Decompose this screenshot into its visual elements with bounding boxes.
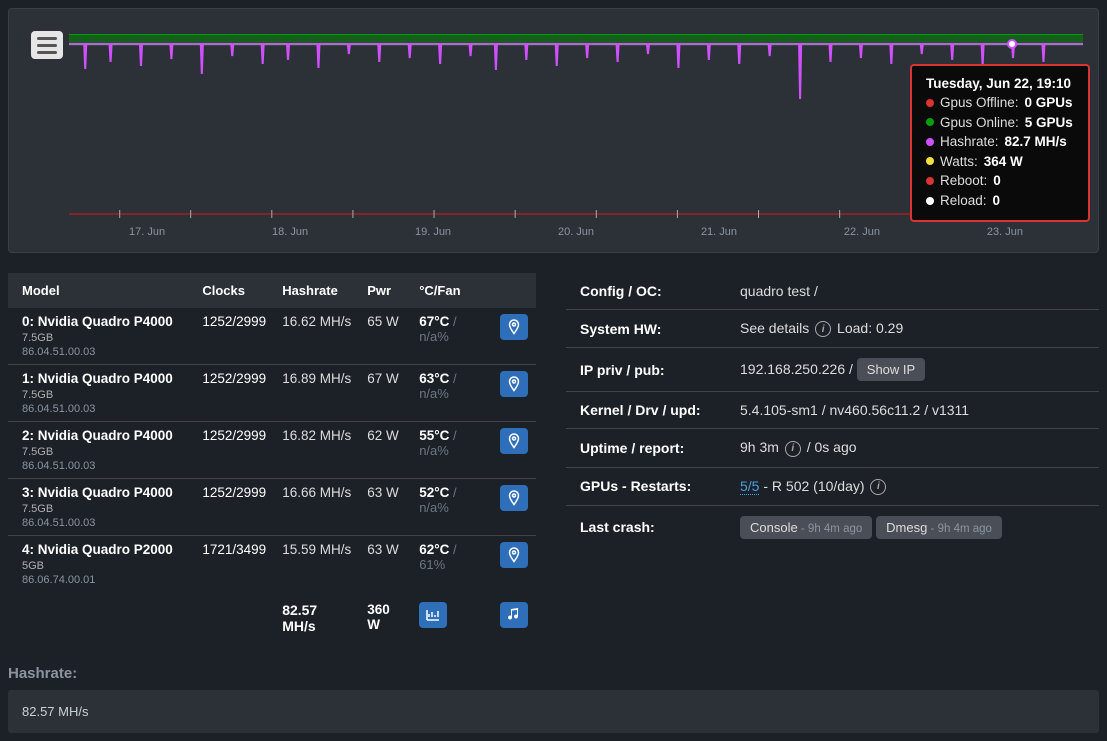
total-hashrate: 82.57 MH/s — [274, 592, 359, 640]
console-button[interactable]: Console - 9h 4m ago — [740, 516, 872, 539]
tooltip-row: Watts: 364 W — [926, 152, 1074, 172]
ip-value: 192.168.250.226 / Show IP — [726, 348, 1099, 392]
music-button[interactable] — [500, 602, 528, 628]
tooltip-row: Reboot: 0 — [926, 171, 1074, 191]
table-row: 2: Nvidia Quadro P4000 7.5GB 86.04.51.00… — [8, 422, 536, 479]
dmesg-button[interactable]: Dmesg - 9h 4m ago — [876, 516, 1002, 539]
last-crash-value: Console - 9h 4m ago Dmesg - 9h 4m ago — [726, 505, 1099, 549]
system-hw-value: See details i Load: 0.29 — [726, 310, 1099, 348]
system-info-panel: Config / OC: quadro test / System HW: Se… — [566, 273, 1099, 640]
tooltip-title: Tuesday, Jun 22, 19:10 — [926, 76, 1074, 91]
chart-panel: 17. Jun 18. Jun 19. Jun 20. Jun 21. Jun … — [8, 8, 1099, 253]
col-clocks: Clocks — [194, 273, 274, 308]
hashrate-value: 82.57 MH/s — [8, 690, 1099, 733]
table-row: 3: Nvidia Quadro P4000 7.5GB 86.04.51.00… — [8, 479, 536, 536]
chart-x-axis: 17. Jun 18. Jun 19. Jun 20. Jun 21. Jun … — [69, 226, 1083, 238]
table-row: 1: Nvidia Quadro P4000 7.5GB 86.04.51.00… — [8, 365, 536, 422]
config-value: quadro test / — [726, 273, 1099, 310]
config-label: Config / OC: — [566, 273, 726, 310]
pin-button[interactable] — [500, 428, 528, 454]
tooltip-row: Hashrate: 82.7 MH/s — [926, 132, 1074, 152]
kernel-value: 5.4.105-sm1 / nv460.56c11.2 / v1311 — [726, 392, 1099, 429]
gpus-restarts-value: 5/5 - R 502 (10/day) i — [726, 467, 1099, 505]
tooltip-row: Gpus Offline: 0 GPUs — [926, 93, 1074, 113]
kernel-label: Kernel / Drv / upd: — [566, 392, 726, 429]
uptime-label: Uptime / report: — [566, 429, 726, 467]
chart-tooltip: Tuesday, Jun 22, 19:10 Gpus Offline: 0 G… — [910, 64, 1090, 222]
pin-button[interactable] — [500, 542, 528, 568]
tooltip-row: Gpus Online: 5 GPUs — [926, 113, 1074, 133]
col-model: Model — [8, 273, 194, 308]
col-temp-fan: °C/Fan — [411, 273, 492, 308]
hashrate-section: Hashrate: 82.57 MH/s — [8, 665, 1099, 733]
gpu-table: Model Clocks Hashrate Pwr °C/Fan 0: Nvid… — [8, 273, 536, 640]
last-crash-label: Last crash: — [566, 505, 726, 549]
total-power: 360 W — [359, 592, 411, 640]
gpu-table-panel: Model Clocks Hashrate Pwr °C/Fan 0: Nvid… — [8, 273, 536, 640]
hashrate-title: Hashrate: — [8, 665, 1099, 682]
gpus-restarts-label: GPUs - Restarts: — [566, 467, 726, 505]
info-icon[interactable]: i — [870, 479, 886, 495]
gpus-link[interactable]: 5/5 — [740, 478, 759, 495]
pin-button[interactable] — [500, 485, 528, 511]
table-row: 4: Nvidia Quadro P2000 5GB 86.06.74.00.0… — [8, 536, 536, 593]
show-ip-button[interactable]: Show IP — [857, 358, 925, 381]
uptime-value: 9h 3m i / 0s ago — [726, 429, 1099, 467]
system-hw-label: System HW: — [566, 310, 726, 348]
ip-label: IP priv / pub: — [566, 348, 726, 392]
table-row: 0: Nvidia Quadro P4000 7.5GB 86.04.51.00… — [8, 308, 536, 365]
pin-button[interactable] — [500, 314, 528, 340]
chart-menu-button[interactable] — [31, 31, 63, 59]
chart-button[interactable] — [419, 602, 447, 628]
pin-button[interactable] — [500, 371, 528, 397]
info-icon[interactable]: i — [815, 321, 831, 337]
tooltip-row: Reload: 0 — [926, 191, 1074, 211]
col-hashrate: Hashrate — [274, 273, 359, 308]
info-icon[interactable]: i — [785, 441, 801, 457]
col-pwr: Pwr — [359, 273, 411, 308]
